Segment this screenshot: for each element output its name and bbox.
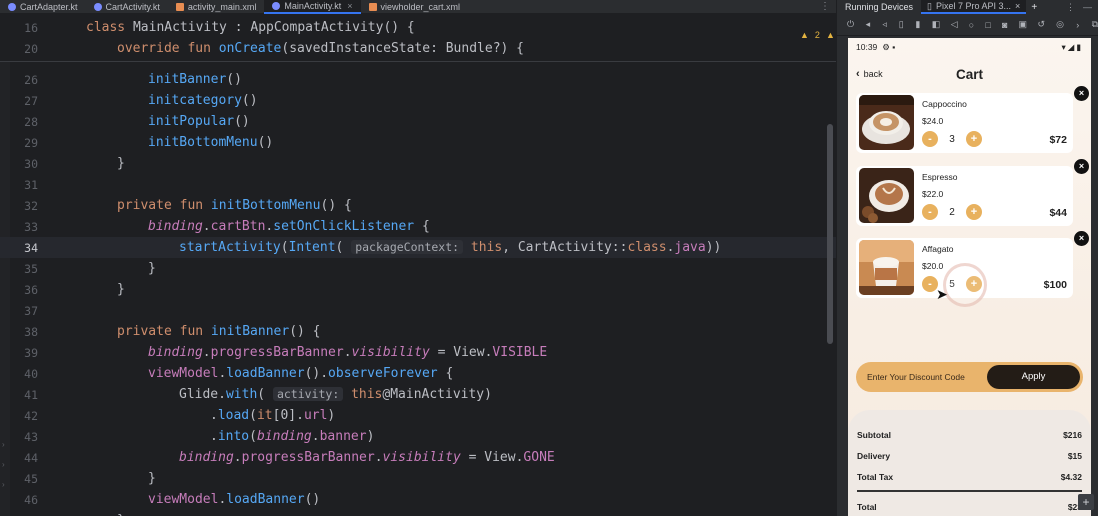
- editor-tab-bar: CartAdapter.kt CartActivity.kt activity_…: [0, 0, 836, 14]
- affogato-image: [859, 240, 914, 295]
- tab-cartactivity[interactable]: CartActivity.kt: [86, 0, 168, 14]
- code-line: 38 private fun initBanner() {: [24, 324, 321, 339]
- sticky-scroll-header: 16 class MainActivity : AppCompatActivit…: [0, 14, 836, 62]
- xml-file-icon: [368, 3, 377, 11]
- rotate-right-icon[interactable]: ▮: [915, 19, 921, 30]
- code-line: 27 initcategory(): [24, 93, 258, 108]
- code-line: 37: [24, 303, 38, 318]
- code-line: 32 private fun initBottomMenu() {: [24, 198, 352, 213]
- code-line: 42 .load(it[0].url): [24, 408, 336, 423]
- code-line: 43 .into(binding.banner): [24, 429, 375, 444]
- devices-header: Running Devices ▯ Pixel 7 Pro API 3... ×…: [845, 0, 1092, 14]
- close-tab-icon[interactable]: ×: [347, 1, 352, 11]
- page-title: Cart: [955, 67, 983, 82]
- quantity-stepper: - 3 +: [922, 131, 982, 147]
- code-line: 20 override fun onCreate(savedInstanceSt…: [24, 41, 525, 56]
- zoom-in-icon[interactable]: +: [1078, 494, 1094, 510]
- power-icon[interactable]: ⏻: [847, 19, 854, 30]
- cart-item: Cappoccino $24.0 - 3 + $72: [856, 93, 1073, 153]
- code-line: 39 binding.progressBarBanner.visibility …: [24, 345, 548, 360]
- code-line: 45 }: [24, 471, 156, 486]
- mirror-icon[interactable]: ⧉: [1092, 19, 1098, 30]
- espresso-image: [859, 168, 914, 223]
- cart-header: ‹ back Cart: [848, 56, 1091, 96]
- remove-item-button[interactable]: ×: [1074, 159, 1089, 174]
- xml-file-icon: [175, 3, 184, 11]
- rotate-left-icon[interactable]: ▯: [898, 19, 904, 30]
- tab-cartadapter[interactable]: CartAdapter.kt: [0, 0, 86, 14]
- add-device-icon[interactable]: +: [1026, 2, 1042, 13]
- snapshot-icon[interactable]: ◎: [1056, 19, 1064, 30]
- code-line: 46 viewModel.loadBanner(): [24, 492, 321, 507]
- decrease-button[interactable]: -: [922, 204, 938, 220]
- reset-icon[interactable]: ↺: [1038, 19, 1046, 30]
- device-toolbar: ⏻ ◂ ◃ ▯ ▮ ◧ ◁ ○ □ ◙ ▣ ↺ ◎ › ⧉: [837, 14, 1098, 36]
- editor-scrollbar[interactable]: [827, 124, 833, 344]
- remove-item-button[interactable]: ×: [1074, 86, 1089, 101]
- device-tab[interactable]: ▯ Pixel 7 Pro API 3... ×: [921, 0, 1027, 14]
- remove-item-button[interactable]: ×: [1074, 231, 1089, 246]
- summary-divider: [857, 490, 1082, 492]
- summary-row-delivery: Delivery $15: [857, 451, 1082, 461]
- code-line-current: 34 startActivity(Intent( packageContext:…: [0, 237, 836, 258]
- code-line: 16 class MainActivity : AppCompatActivit…: [24, 20, 415, 35]
- code-line: 30 }: [24, 156, 125, 171]
- overview-icon[interactable]: □: [985, 20, 991, 30]
- volume-down-icon[interactable]: ◃: [882, 19, 888, 30]
- increase-button[interactable]: +: [966, 131, 982, 147]
- screenshot-icon[interactable]: ◙: [1002, 20, 1008, 30]
- code-line: 36 }: [24, 282, 125, 297]
- summary-row-tax: Total Tax $4.32: [857, 472, 1082, 482]
- settings-status-icon: ⚙ ▪: [882, 41, 896, 52]
- volume-up-icon[interactable]: ◂: [865, 19, 871, 30]
- kotlin-file-icon: [93, 3, 102, 11]
- code-line: 31: [24, 177, 38, 192]
- code-editor[interactable]: › › › 16 class MainActivity : AppCompatA…: [0, 14, 836, 516]
- weak-warning-icon: ▲: [825, 30, 835, 40]
- fold-icon[interactable]: ◧: [932, 19, 941, 30]
- record-icon[interactable]: ▣: [1019, 19, 1028, 30]
- mouse-cursor-icon: ➤: [936, 286, 948, 302]
- options-icon[interactable]: ⋮: [1066, 2, 1075, 13]
- parameter-hint: packageContext:: [351, 240, 464, 254]
- cappuccino-image: [859, 95, 914, 150]
- signal-icon: ▾◢▮: [1061, 41, 1083, 52]
- warning-icon: ▲: [800, 30, 809, 40]
- discount-code-bar: Enter Your Discount Code Apply: [856, 362, 1083, 392]
- phone-icon: ▯: [927, 0, 932, 11]
- order-summary: Subtotal $216 Delivery $15 Total Tax $4.…: [848, 410, 1091, 516]
- quantity-stepper: - 2 +: [922, 204, 982, 220]
- code-line: 44 binding.progressBarBanner.visibility …: [24, 450, 555, 465]
- tab-activity-main-xml[interactable]: activity_main.xml: [168, 0, 265, 14]
- tabs-more-icon[interactable]: ⋮: [814, 0, 836, 13]
- summary-row-total: Total $23: [857, 502, 1082, 512]
- tab-mainactivity[interactable]: MainActivity.kt ×: [264, 0, 361, 14]
- code-line: 29 initBottomMenu(): [24, 135, 274, 150]
- code-line: 40 viewModel.loadBanner().observeForever…: [24, 366, 454, 381]
- code-line: 26 initBanner(): [24, 72, 242, 87]
- apply-button[interactable]: Apply: [987, 365, 1080, 389]
- tab-viewholder-cart-xml[interactable]: viewholder_cart.xml: [361, 0, 469, 14]
- android-status-bar: 10:39 ⚙ ▪ ▾◢▮: [856, 41, 1083, 53]
- inspection-widget[interactable]: ▲2 ▲1: [800, 30, 836, 40]
- code-line: 47 }: [0, 510, 836, 516]
- code-line: 35 }: [24, 261, 156, 276]
- code-line: 41 Glide.with( activity: this@MainActivi…: [24, 387, 492, 402]
- code-line: 33 binding.cartBtn.setOnClickListener {: [24, 219, 430, 234]
- more-icon[interactable]: ›: [1075, 20, 1081, 30]
- back-icon[interactable]: ◁: [951, 19, 958, 30]
- close-icon[interactable]: ×: [1015, 1, 1020, 11]
- summary-row-subtotal: Subtotal $216: [857, 430, 1082, 440]
- touch-ripple: [943, 263, 987, 307]
- parameter-hint: activity:: [272, 387, 344, 401]
- kotlin-file-icon: [272, 2, 281, 10]
- discount-code-input[interactable]: Enter Your Discount Code: [867, 372, 965, 382]
- cart-item: Espresso $22.0 - 2 + $44: [856, 166, 1073, 226]
- code-line: 28 initPopular(): [24, 114, 250, 129]
- minimize-icon[interactable]: —: [1083, 2, 1092, 13]
- kotlin-file-icon: [8, 3, 16, 11]
- decrease-button[interactable]: -: [922, 131, 938, 147]
- home-icon[interactable]: ○: [969, 20, 975, 30]
- increase-button[interactable]: +: [966, 204, 982, 220]
